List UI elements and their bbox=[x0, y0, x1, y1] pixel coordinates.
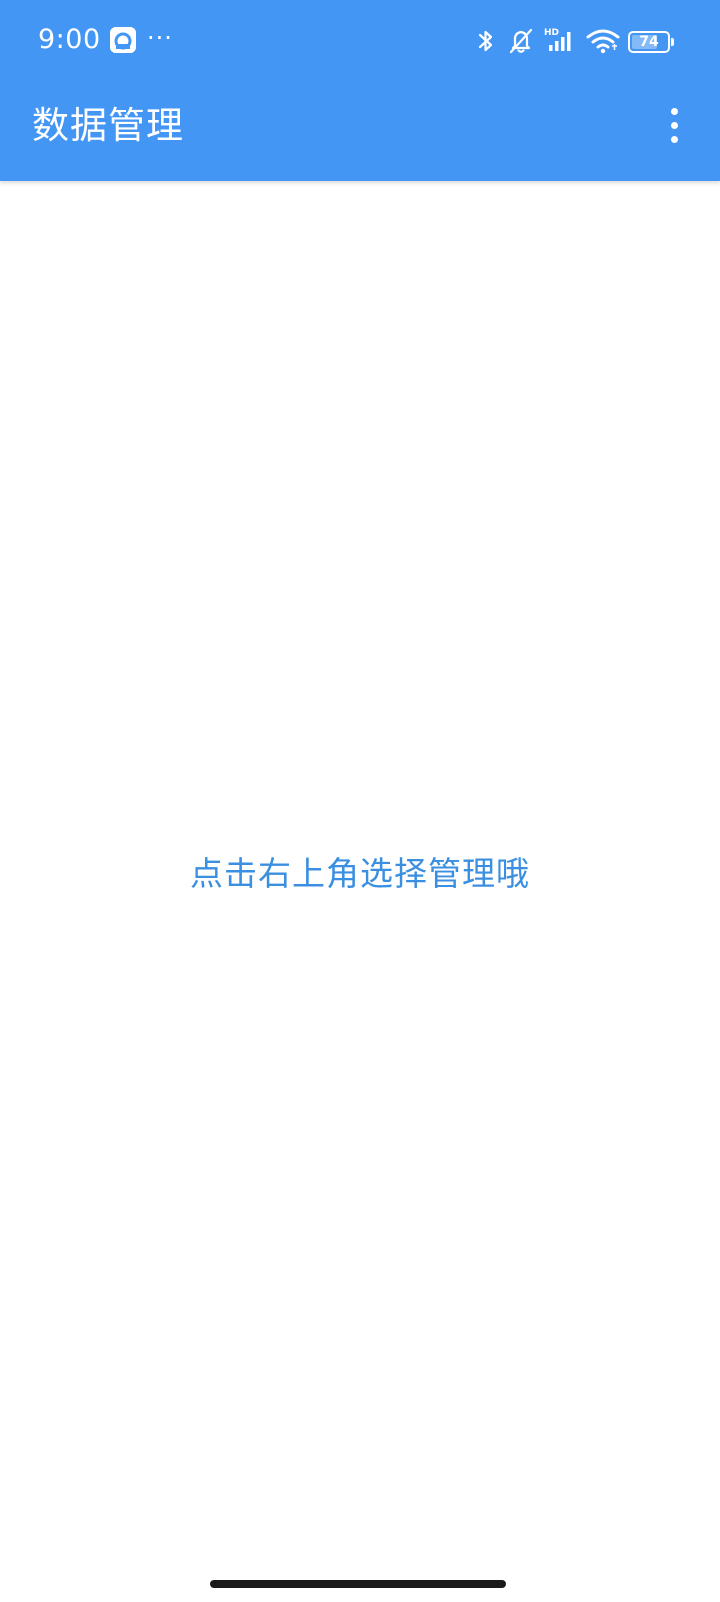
wifi-icon bbox=[586, 29, 620, 54]
battery-level: 74 bbox=[639, 34, 659, 50]
overflow-menu-icon bbox=[671, 108, 678, 115]
hd-signal-icon: HD bbox=[544, 28, 571, 51]
overflow-menu-icon bbox=[671, 122, 678, 129]
battery-cap bbox=[671, 38, 674, 46]
home-indicator[interactable] bbox=[210, 1580, 506, 1588]
overflow-menu-button[interactable] bbox=[656, 104, 692, 148]
app-notification-icon bbox=[110, 27, 136, 53]
more-notifications-icon: ··· bbox=[147, 24, 173, 52]
screen: 9:00 ··· HD 74 数据管理 点击右上角选择管理哦 bbox=[0, 0, 720, 1602]
status-time: 9:00 bbox=[38, 24, 101, 55]
app-bar: 9:00 ··· HD 74 数据管理 bbox=[0, 0, 720, 181]
page-title: 数据管理 bbox=[32, 104, 184, 147]
empty-state-hint: 点击右上角选择管理哦 bbox=[190, 854, 530, 893]
bluetooth-icon bbox=[478, 30, 493, 52]
mute-bell-icon bbox=[509, 28, 533, 54]
battery-icon: 74 bbox=[628, 31, 674, 53]
status-bar: 9:00 ··· HD 74 bbox=[0, 0, 720, 80]
overflow-menu-icon bbox=[671, 136, 678, 143]
svg-text:HD: HD bbox=[544, 28, 559, 38]
